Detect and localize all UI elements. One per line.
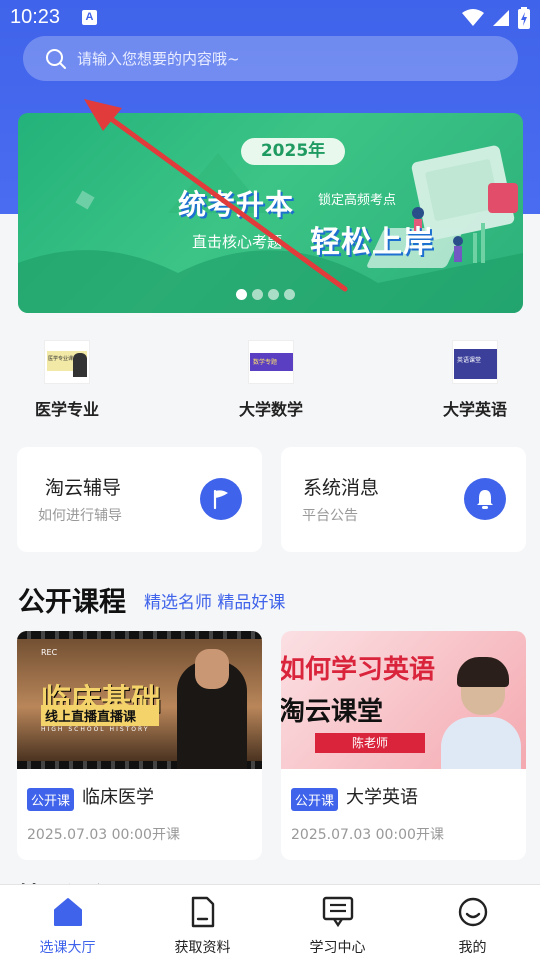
category-thumb-text: 医学专业课 xyxy=(48,356,74,362)
tab-study-center[interactable]: 学习中心 xyxy=(270,885,405,960)
cover-big-text: 如何学习英语 xyxy=(281,655,436,685)
tab-label: 选课大厅 xyxy=(39,940,96,956)
board-icon xyxy=(322,896,353,928)
course-time: 2025.07.03 00:00开课 xyxy=(291,827,444,843)
category-medical[interactable]: 医学专业课 医学专业 xyxy=(17,340,117,420)
category-math[interactable]: 数学专题 大学数学 xyxy=(221,340,321,420)
cover-small-text: 线上直播直播课 xyxy=(41,705,159,726)
tutoring-title: 淘云辅导 xyxy=(45,477,122,499)
carousel-dot[interactable] xyxy=(284,289,295,300)
signal-icon xyxy=(493,10,509,26)
category-label: 大学数学 xyxy=(238,400,303,419)
flag-icon xyxy=(200,478,242,520)
category-thumbnail: 医学专业课 xyxy=(44,340,90,384)
category-thumbnail: 英语课堂 xyxy=(452,340,498,384)
wifi-icon xyxy=(462,9,484,26)
notification-a-icon: A xyxy=(82,10,97,25)
document-icon xyxy=(191,896,214,928)
banner-headline: 统考升本 xyxy=(178,188,295,221)
tab-mine[interactable]: 我的 xyxy=(405,885,540,960)
promo-banner[interactable]: 2025年 统考升本 锁定高频考点 直击核心考题 轻松上岸 xyxy=(18,113,523,313)
category-thumbnail: 数学专题 xyxy=(248,340,294,384)
tab-label: 学习中心 xyxy=(309,940,366,956)
cover-big-text-2: 淘云课堂 xyxy=(281,697,384,727)
status-bar: 10:23 A xyxy=(0,0,540,36)
smile-icon xyxy=(458,897,487,927)
category-english[interactable]: 英语课堂 大学英语 xyxy=(425,340,525,420)
system-message-subtitle: 平台公告 xyxy=(302,508,358,524)
banner-slogan: 轻松上岸 xyxy=(310,225,434,260)
tab-label: 我的 xyxy=(458,940,487,956)
course-time: 2025.07.03 00:00开课 xyxy=(27,827,180,843)
status-icons xyxy=(462,7,530,29)
category-label: 大学英语 xyxy=(442,400,507,419)
search-icon xyxy=(46,48,66,69)
carousel-dot[interactable] xyxy=(252,289,263,300)
course-cover: REC 临床基础 线上直播直播课 HIGH SCHOOL HISTORY xyxy=(17,631,262,769)
carousel-dot[interactable] xyxy=(236,289,247,300)
section-subtitle: 精选名师 精品好课 xyxy=(144,593,286,613)
course-card[interactable]: REC 临床基础 线上直播直播课 HIGH SCHOOL HISTORY 公开课… xyxy=(17,631,262,860)
tab-course-hall[interactable]: 选课大厅 xyxy=(0,885,135,960)
course-badge: 公开课 xyxy=(291,788,339,811)
cover-tiny-text: HIGH SCHOOL HISTORY xyxy=(41,726,150,733)
category-row: 医学专业课 医学专业 数学专题 大学数学 英语课堂 大学英语 xyxy=(0,340,540,420)
course-cover: 如何学习英语 淘云课堂 陈老师 xyxy=(281,631,526,769)
category-thumb-text: 英语课堂 xyxy=(457,357,482,364)
bell-icon xyxy=(464,478,506,520)
home-icon xyxy=(53,898,82,926)
category-thumb-text: 数学专题 xyxy=(253,359,278,366)
teacher-name: 陈老师 xyxy=(315,733,425,753)
battery-icon xyxy=(518,7,530,29)
search-input[interactable]: 请输入您想要的内容哦~ xyxy=(23,36,518,81)
course-title: 大学英语 xyxy=(346,787,418,808)
tutoring-subtitle: 如何进行辅导 xyxy=(38,508,122,524)
system-message-title: 系统消息 xyxy=(303,477,380,499)
system-message-card[interactable]: 系统消息 平台公告 xyxy=(281,447,526,552)
search-placeholder: 请输入您想要的内容哦~ xyxy=(77,50,240,68)
carousel-dot[interactable] xyxy=(268,289,279,300)
banner-year-badge: 2025年 xyxy=(241,138,345,165)
rec-label: REC xyxy=(41,648,58,657)
section-title: 公开课程 xyxy=(18,587,126,618)
tutoring-card[interactable]: 淘云辅导 如何进行辅导 xyxy=(17,447,262,552)
course-title: 临床医学 xyxy=(82,787,154,808)
tab-label: 获取资料 xyxy=(174,940,231,956)
course-badge: 公开课 xyxy=(27,788,75,811)
category-label: 医学专业 xyxy=(34,400,99,419)
tab-materials[interactable]: 获取资料 xyxy=(135,885,270,960)
banner-subline: 直击核心考题 xyxy=(192,233,283,251)
carousel-indicator[interactable] xyxy=(236,289,295,300)
banner-tagline: 锁定高频考点 xyxy=(318,193,397,208)
bottom-tab-bar: 选课大厅 获取资料 学习中心 我的 xyxy=(0,884,540,960)
status-time: 10:23 xyxy=(10,6,61,28)
course-card[interactable]: 如何学习英语 淘云课堂 陈老师 公开课 大学英语 2025.07.03 00:0… xyxy=(281,631,526,860)
